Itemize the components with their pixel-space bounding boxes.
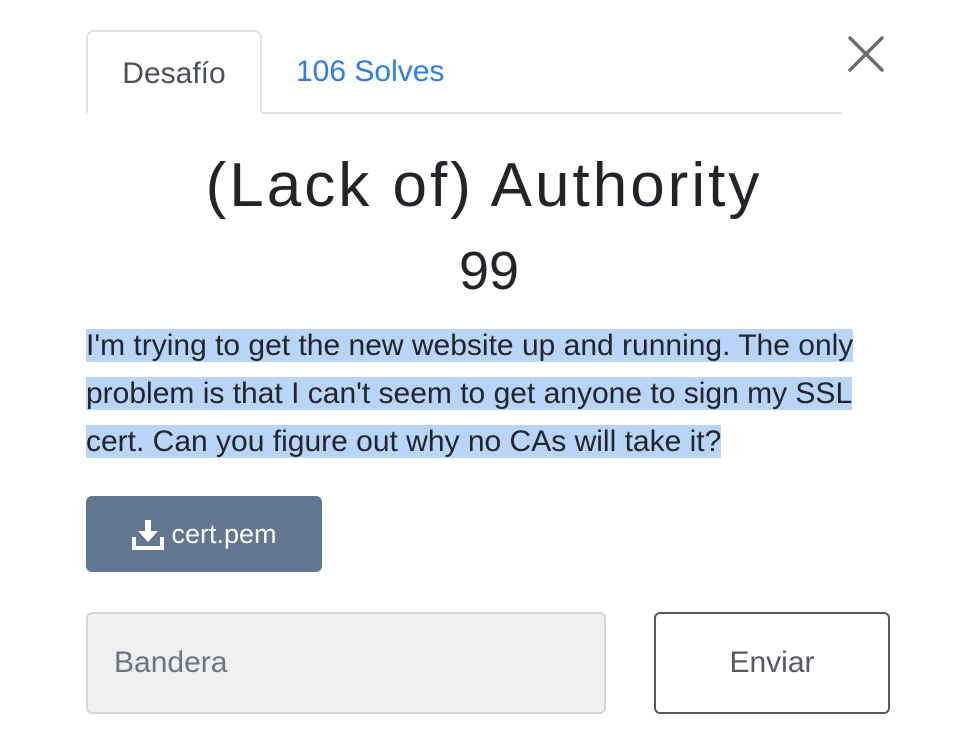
description-text: I'm trying to get the new website up and… [86, 329, 854, 458]
file-name: cert.pem [171, 518, 277, 549]
submit-button[interactable]: Enviar [654, 612, 890, 714]
close-icon [848, 36, 884, 72]
download-icon [132, 520, 165, 550]
close-button[interactable] [846, 34, 886, 74]
challenge-modal: Desafío 106 Solves (Lack of) Authority 9… [0, 0, 968, 752]
challenge-value: 99 [458, 241, 520, 301]
tab-challenge[interactable]: Desafío [86, 30, 262, 114]
tab-solves[interactable]: 106 Solves [282, 30, 458, 114]
modal-tabs: Desafío 106 Solves [86, 30, 842, 114]
challenge-description: I'm trying to get the new website up and… [86, 322, 896, 466]
file-download-button[interactable]: cert.pem [86, 496, 322, 572]
challenge-name: (Lack of) Authority [205, 151, 763, 220]
flag-input[interactable] [86, 612, 606, 714]
